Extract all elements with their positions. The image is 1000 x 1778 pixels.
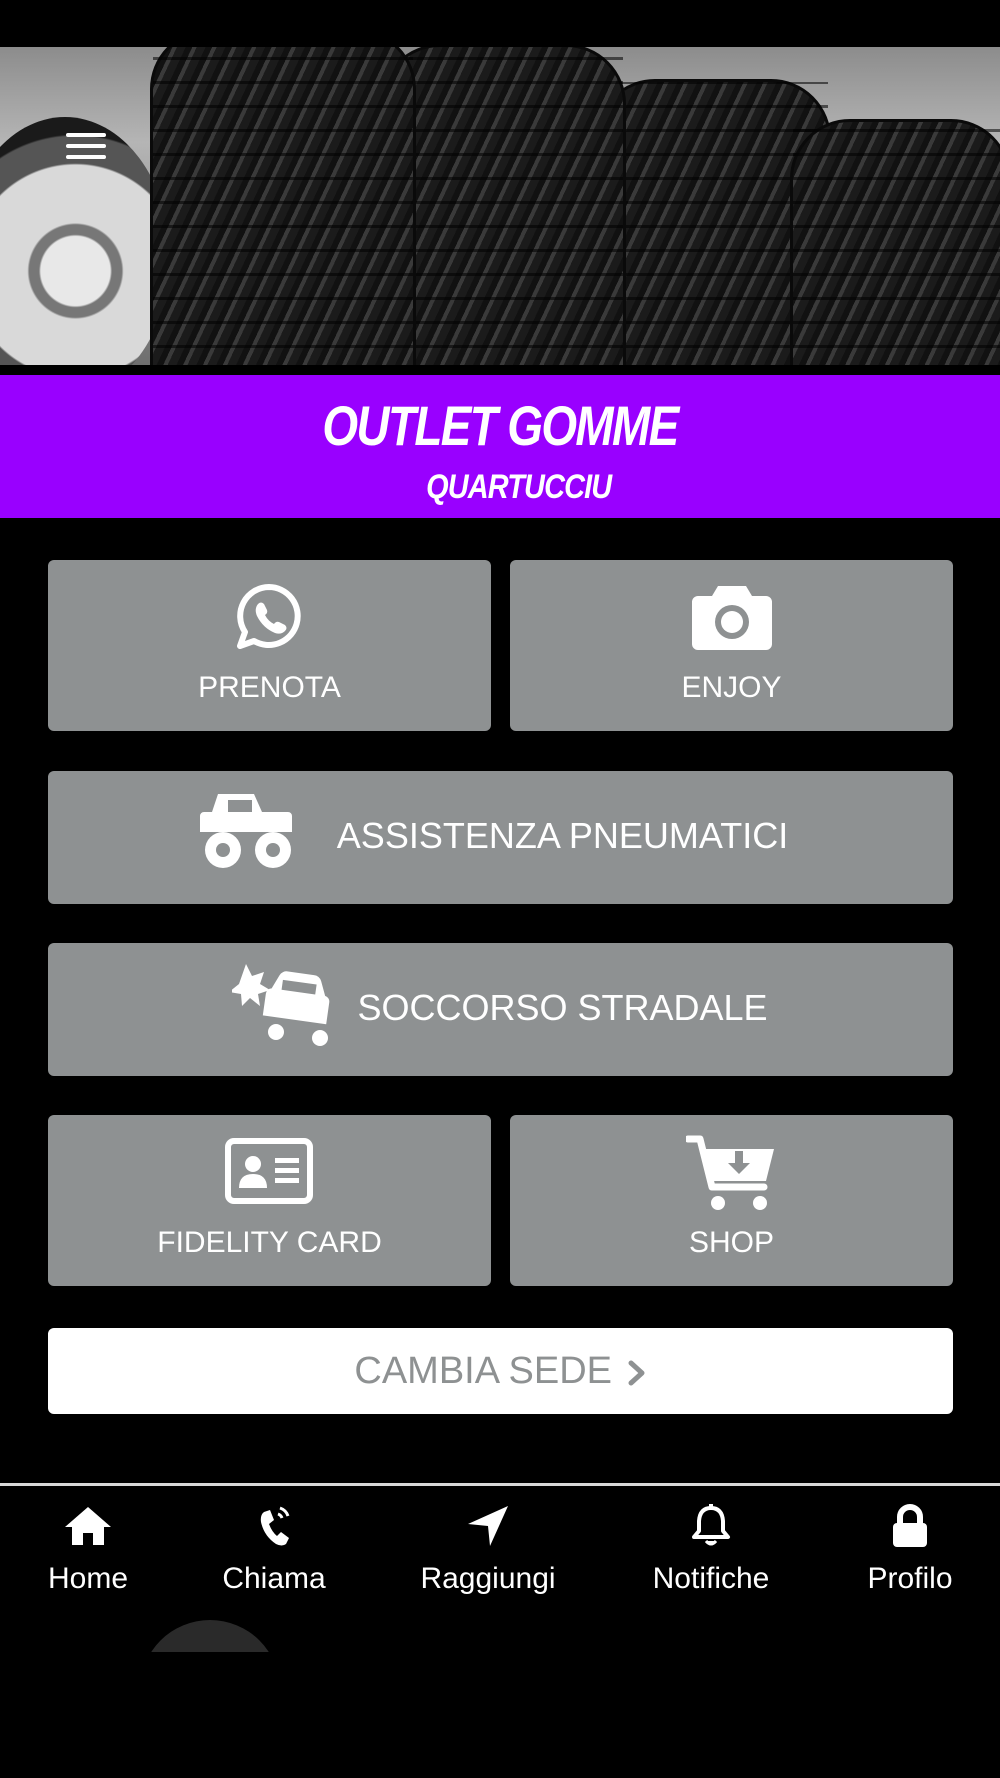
phone-icon — [260, 1506, 290, 1546]
bell-icon — [692, 1504, 730, 1546]
cart-download-icon — [686, 1135, 774, 1210]
soccorso-stradale-button[interactable]: SOCCORSO STRADALE — [48, 943, 953, 1076]
fidelity-card-button[interactable]: FIDELITY CARD — [48, 1115, 491, 1286]
nav-raggiungi-label: Raggiungi — [420, 1562, 556, 1595]
shop-button[interactable]: SHOP — [510, 1115, 953, 1286]
camera-icon — [692, 586, 772, 650]
lock-icon — [893, 1504, 927, 1547]
enjoy-label: ENJOY — [681, 671, 782, 704]
whatsapp-icon — [237, 584, 301, 649]
soccorso-label: SOCCORSO STRADALE — [357, 987, 768, 1028]
tire-image — [150, 47, 416, 365]
nav-chiama[interactable]: Chiama — [184, 1500, 364, 1596]
nav-profilo[interactable]: Profilo — [820, 1500, 1000, 1596]
fidelity-label: FIDELITY CARD — [157, 1226, 382, 1259]
nav-chiama-label: Chiama — [222, 1562, 326, 1595]
enjoy-button[interactable]: ENJOY — [510, 560, 953, 731]
cambia-sede-button[interactable]: CAMBIA SEDE — [48, 1328, 953, 1414]
nav-home[interactable]: Home — [0, 1500, 178, 1596]
prenota-button[interactable]: PRENOTA — [48, 560, 491, 731]
assistenza-label: ASSISTENZA PNEUMATICI — [336, 815, 789, 856]
brand-title: OUTLET GOMME — [322, 394, 679, 457]
bottom-nav-divider — [0, 1483, 1000, 1486]
prenota-label: PRENOTA — [198, 671, 341, 704]
tire-image — [380, 47, 626, 365]
nav-notifiche-label: Notifiche — [652, 1562, 770, 1595]
nav-home-label: Home — [47, 1562, 129, 1595]
assistenza-pneumatici-button[interactable]: ASSISTENZA PNEUMATICI — [48, 771, 953, 904]
hamburger-menu-icon[interactable] — [66, 133, 106, 167]
cambia-sede-label: CAMBIA SEDE — [354, 1350, 613, 1392]
brand-header: OUTLET GOMME QUARTUCCIU — [0, 375, 1000, 518]
tire-image — [790, 119, 1000, 365]
location-arrow-icon — [468, 1506, 508, 1546]
nav-profilo-label: Profilo — [867, 1562, 953, 1595]
nav-raggiungi[interactable]: Raggiungi — [398, 1500, 578, 1596]
home-icon — [65, 1507, 111, 1545]
chevron-right-icon — [628, 1360, 645, 1386]
bump-mask — [120, 1652, 300, 1712]
nav-notifiche[interactable]: Notifiche — [621, 1500, 801, 1596]
hero-divider — [0, 365, 1000, 375]
id-card-icon — [225, 1138, 313, 1204]
brand-subtitle: QUARTUCCIU — [426, 468, 612, 506]
shop-label: SHOP — [688, 1226, 775, 1259]
hero-banner — [0, 47, 1000, 365]
